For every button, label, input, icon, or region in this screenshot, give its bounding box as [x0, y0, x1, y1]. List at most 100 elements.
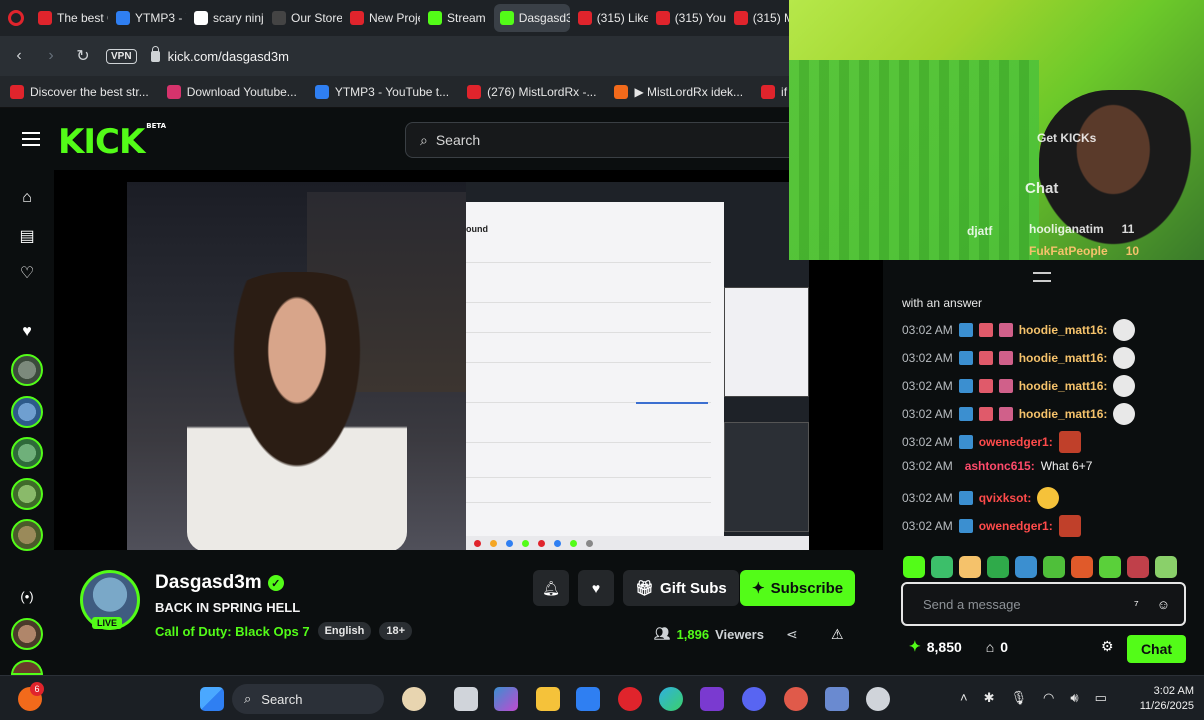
- search-input[interactable]: ⌕ Search: [405, 122, 805, 158]
- browser-tab[interactable]: scary ninja: [188, 4, 264, 32]
- battery-icon[interactable]: ▭: [1095, 690, 1107, 706]
- copilot-icon[interactable]: [494, 687, 518, 711]
- message-username[interactable]: owenedger1:: [979, 435, 1053, 449]
- app-icon[interactable]: [784, 687, 808, 711]
- message-timestamp: 03:02 AM: [902, 351, 953, 365]
- start-icon[interactable]: [200, 687, 224, 711]
- settings-icon[interactable]: [866, 687, 890, 711]
- browser-tab[interactable]: The best C: [32, 4, 108, 32]
- live-channels-icon[interactable]: (•): [17, 586, 37, 606]
- subscribe-button[interactable]: ✦ Subscribe: [740, 570, 856, 606]
- microphone-icon[interactable]: 🎙︎: [1011, 690, 1028, 706]
- overlay-user-name: FukFatPeople: [1029, 244, 1108, 258]
- user-badge-icon: [998, 323, 1013, 337]
- camera-icon[interactable]: [825, 687, 849, 711]
- bookmark-item[interactable]: YTMP3 - YouTube t...: [314, 84, 449, 99]
- tab-favicon-icon: [655, 11, 670, 25]
- emoji-icon[interactable]: ☺: [1157, 597, 1170, 612]
- channel-avatar[interactable]: [11, 618, 43, 650]
- message-username[interactable]: hoodie_matt16:: [1019, 351, 1108, 365]
- file-explorer-icon[interactable]: [536, 687, 560, 711]
- emote-icon[interactable]: [1127, 556, 1149, 578]
- browser-tab[interactable]: (315) Like: [572, 4, 648, 32]
- taskbar-search[interactable]: ⌕ Search: [232, 684, 384, 714]
- chevron-up-icon[interactable]: ˄: [960, 690, 968, 706]
- browser-tab[interactable]: (315) You: [650, 4, 726, 32]
- back-icon[interactable]: ‹: [10, 47, 28, 65]
- emote-icon[interactable]: [1071, 556, 1093, 578]
- vpn-badge[interactable]: VPN: [106, 48, 137, 64]
- browser-tab[interactable]: Stream: [422, 4, 492, 32]
- bookmark-item[interactable]: Download Youtube...: [166, 84, 297, 99]
- message-username[interactable]: owenedger1:: [979, 519, 1053, 533]
- forward-icon[interactable]: ›: [42, 47, 60, 65]
- follow-button[interactable]: ♥: [578, 570, 614, 606]
- channel-avatar[interactable]: [11, 396, 43, 428]
- emote-icon[interactable]: [959, 556, 981, 578]
- share-icon[interactable]: ⋖: [786, 626, 798, 643]
- bookmark-item[interactable]: Discover the best str...: [10, 84, 149, 99]
- kick-emote-icon[interactable]: ⁷: [1134, 597, 1139, 612]
- browser-tab[interactable]: Our Store: [266, 4, 342, 32]
- menu-icon[interactable]: [22, 132, 40, 146]
- emote-icon[interactable]: [1099, 556, 1121, 578]
- bookmark-item[interactable]: (276) MistLordRx -...: [467, 84, 596, 99]
- app-icon[interactable]: [700, 687, 724, 711]
- opera-icon[interactable]: [618, 687, 642, 711]
- channel-avatar[interactable]: [11, 437, 43, 469]
- wifi-icon[interactable]: ◠: [1043, 690, 1054, 706]
- opera-menu-icon[interactable]: [0, 0, 32, 36]
- channel-avatar[interactable]: [11, 478, 43, 510]
- channel-avatar[interactable]: [11, 519, 43, 551]
- bluetooth-icon[interactable]: ✱: [984, 690, 995, 706]
- points-display[interactable]: ✦ 8,850 ⌂ 0: [909, 638, 1008, 655]
- skull-emote-icon: [1113, 403, 1136, 425]
- following-icon[interactable]: ♡: [17, 263, 37, 283]
- user-badge-icon: [978, 407, 993, 421]
- volume-slider: [636, 402, 708, 404]
- message-username[interactable]: hoodie_matt16:: [1019, 323, 1108, 337]
- discord-icon[interactable]: [742, 687, 766, 711]
- message-username[interactable]: qvixksot:: [979, 491, 1032, 505]
- emote-icon[interactable]: [903, 556, 925, 578]
- overlay-user-count: 11: [1121, 222, 1135, 236]
- clock[interactable]: 3:02 AM 11/26/2025: [1140, 684, 1194, 714]
- widget-icon[interactable]: [402, 687, 426, 711]
- channel-name[interactable]: Dasgasd3m ✓: [155, 572, 284, 594]
- channel-avatar[interactable]: [11, 660, 43, 675]
- volume-icon[interactable]: 🔊︎: [1070, 690, 1078, 706]
- channel-avatar[interactable]: [11, 354, 43, 386]
- browser-tab[interactable]: YTMP3 - Y: [110, 4, 186, 32]
- chat-resize-handle[interactable]: [1033, 272, 1051, 282]
- chat-message-input[interactable]: Send a message ⁷ ☺: [901, 582, 1186, 626]
- message-username[interactable]: ashtonc615:: [965, 459, 1035, 473]
- emote-icon[interactable]: [1043, 556, 1065, 578]
- message-username[interactable]: hoodie_matt16:: [1019, 407, 1108, 421]
- gift-subs-button[interactable]: 🎁︎ Gift Subs: [623, 570, 739, 606]
- tag-mature[interactable]: 18+: [379, 622, 412, 640]
- reload-icon[interactable]: ↻: [74, 46, 92, 66]
- chat-settings-icon[interactable]: ⚙: [1101, 638, 1114, 655]
- task-view-icon[interactable]: [454, 687, 478, 711]
- report-icon[interactable]: ⚠: [831, 626, 844, 643]
- tag-language[interactable]: English: [317, 622, 372, 640]
- browser-tab[interactable]: Dasgasd3m St: [493, 4, 570, 32]
- emote-icon[interactable]: [1155, 556, 1177, 578]
- notification-bell-button[interactable]: 🔔︎: [533, 570, 569, 606]
- mail-icon[interactable]: [576, 687, 600, 711]
- emote-icon[interactable]: [931, 556, 953, 578]
- home-icon[interactable]: ⌂: [17, 188, 37, 208]
- emote-icon[interactable]: [1015, 556, 1037, 578]
- browser-tab[interactable]: New Proje: [344, 4, 420, 32]
- video-player[interactable]: ound: [54, 170, 883, 550]
- bookmark-item[interactable]: ▶ MistLordRx idek...: [614, 84, 743, 99]
- points-value: 8,850: [926, 638, 962, 655]
- kick-logo[interactable]: KICK BETA: [58, 122, 166, 162]
- chat-send-button[interactable]: Chat: [1127, 635, 1186, 663]
- category-link[interactable]: Call of Duty: Black Ops 7: [155, 624, 310, 639]
- url-field[interactable]: kick.com/dasgasd3m: [150, 45, 289, 64]
- message-username[interactable]: hoodie_matt16:: [1019, 379, 1108, 393]
- browse-icon[interactable]: ▤: [17, 226, 37, 246]
- edge-icon[interactable]: [659, 687, 683, 711]
- emote-icon[interactable]: [987, 556, 1009, 578]
